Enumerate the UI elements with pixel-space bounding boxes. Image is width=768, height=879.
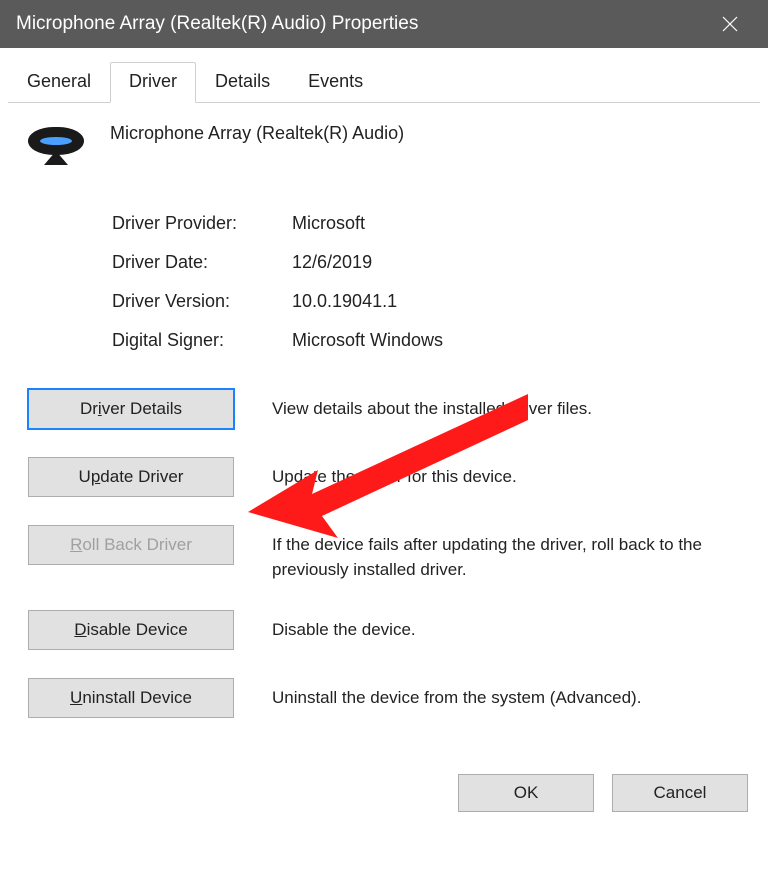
device-name: Microphone Array (Realtek(R) Audio) xyxy=(110,123,404,144)
close-icon[interactable] xyxy=(708,2,752,46)
roll-back-driver-desc: If the device fails after updating the d… xyxy=(272,525,740,582)
driver-provider-label: Driver Provider: xyxy=(112,213,292,234)
disable-device-desc: Disable the device. xyxy=(272,610,740,643)
driver-provider-value: Microsoft xyxy=(292,213,740,234)
cancel-button[interactable]: Cancel xyxy=(612,774,748,812)
update-driver-button[interactable]: Update Driver xyxy=(28,457,234,497)
window-title: Microphone Array (Realtek(R) Audio) Prop… xyxy=(16,13,418,35)
roll-back-driver-button[interactable]: Roll Back Driver xyxy=(28,525,234,565)
microphone-device-icon xyxy=(28,127,84,169)
digital-signer-value: Microsoft Windows xyxy=(292,330,740,351)
driver-info-grid: Driver Provider: Microsoft Driver Date: … xyxy=(112,213,740,351)
driver-date-value: 12/6/2019 xyxy=(292,252,740,273)
uninstall-device-button[interactable]: Uninstall Device xyxy=(28,678,234,718)
driver-details-button[interactable]: Driver Details xyxy=(28,389,234,429)
driver-version-label: Driver Version: xyxy=(112,291,292,312)
tab-driver[interactable]: Driver xyxy=(110,62,196,103)
digital-signer-label: Digital Signer: xyxy=(112,330,292,351)
device-header: Microphone Array (Realtek(R) Audio) xyxy=(28,123,740,169)
tab-strip: General Driver Details Events xyxy=(0,48,768,103)
titlebar: Microphone Array (Realtek(R) Audio) Prop… xyxy=(0,0,768,48)
update-driver-desc: Update the driver for this device. xyxy=(272,457,740,490)
driver-version-value: 10.0.19041.1 xyxy=(292,291,740,312)
driver-date-label: Driver Date: xyxy=(112,252,292,273)
tab-general[interactable]: General xyxy=(8,62,110,103)
tab-details[interactable]: Details xyxy=(196,62,289,103)
tab-events[interactable]: Events xyxy=(289,62,382,103)
driver-details-desc: View details about the installed driver … xyxy=(272,389,740,422)
dialog-footer: OK Cancel xyxy=(0,764,768,812)
uninstall-device-desc: Uninstall the device from the system (Ad… xyxy=(272,678,740,711)
disable-device-button[interactable]: Disable Device xyxy=(28,610,234,650)
tab-body-driver: Microphone Array (Realtek(R) Audio) Driv… xyxy=(0,103,768,764)
ok-button[interactable]: OK xyxy=(458,774,594,812)
